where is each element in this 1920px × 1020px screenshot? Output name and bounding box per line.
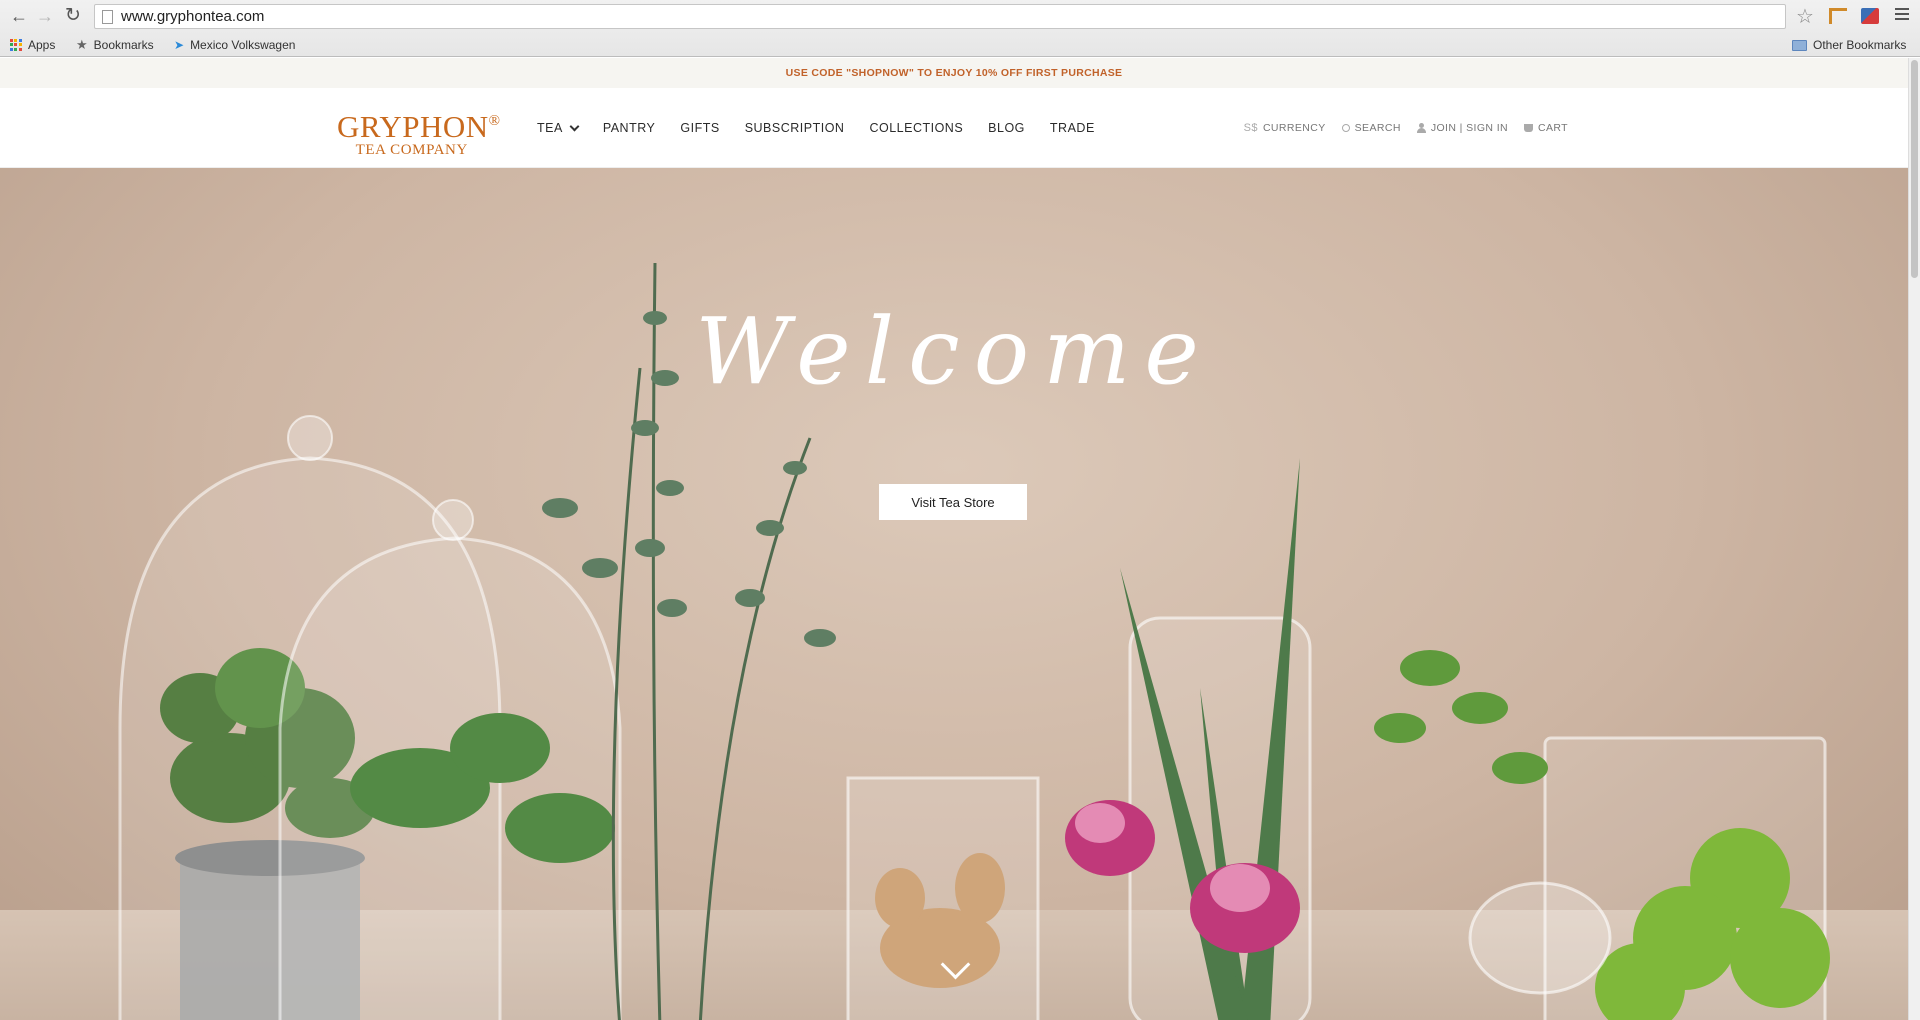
utility-nav: S$ CURRENCY SEARCH JOIN | SIGN IN CART [1244, 88, 1568, 168]
page-icon [102, 10, 113, 24]
cart-label: CART [1538, 122, 1568, 134]
bookmark-label: Apps [28, 38, 56, 52]
currency-icon: S$ [1243, 122, 1258, 134]
browser-menu-icon[interactable] [1895, 8, 1909, 23]
nav-item-subscription[interactable]: SUBSCRIPTION [745, 121, 845, 135]
folder-icon [1792, 39, 1807, 51]
currency-link[interactable]: S$ CURRENCY [1244, 122, 1326, 134]
forward-icon[interactable]: → [34, 5, 56, 27]
nav-item-tea[interactable]: TEA [537, 121, 580, 135]
nav-item-blog[interactable]: BLOG [988, 121, 1025, 135]
bookmark-bookmarks[interactable]: ★ Bookmarks [76, 37, 154, 53]
account-link[interactable]: JOIN | SIGN IN [1416, 122, 1508, 134]
bookmark-other[interactable]: Other Bookmarks [1792, 37, 1906, 53]
scroll-down-chevron-icon[interactable] [940, 954, 970, 984]
bird-icon: ➤ [174, 38, 185, 52]
extension-flag-icon[interactable] [1861, 8, 1879, 24]
nav-item-trade[interactable]: TRADE [1050, 121, 1095, 135]
nav-item-collections[interactable]: COLLECTIONS [869, 121, 963, 135]
logo-line2: TEA COMPANY [355, 142, 468, 158]
bookmarks-bar: Apps ★ Bookmarks ➤ Mexico Volkswagen Oth… [0, 33, 1920, 57]
search-icon [1341, 124, 1350, 132]
search-label: SEARCH [1354, 122, 1401, 134]
nav-item-pantry[interactable]: PANTRY [603, 121, 656, 135]
star-icon: ★ [76, 37, 88, 52]
site-header: GRYPHON® TEA COMPANY TEA PANTRY GIFTS SU… [0, 88, 1908, 168]
cart-icon [1524, 124, 1533, 132]
currency-label: CURRENCY [1262, 122, 1326, 134]
bookmark-label: Other Bookmarks [1813, 38, 1907, 52]
promo-banner: USE CODE "SHOPNOW" TO ENJOY 10% OFF FIRS… [0, 58, 1908, 88]
bookmark-star-icon[interactable]: ☆ [1796, 4, 1814, 29]
back-icon[interactable]: ← [8, 5, 30, 27]
bookmark-apps[interactable]: Apps [10, 37, 55, 53]
main-nav: TEA PANTRY GIFTS SUBSCRIPTION COLLECTION… [537, 88, 1120, 168]
scrollbar-thumb[interactable] [1911, 60, 1918, 278]
logo-registered: ® [488, 113, 501, 129]
bookmark-label: Bookmarks [93, 38, 154, 52]
bookmark-mexico-volkswagen[interactable]: ➤ Mexico Volkswagen [174, 37, 295, 53]
url-text[interactable]: www.gryphontea.com [121, 5, 264, 28]
account-label: JOIN | SIGN IN [1430, 122, 1508, 134]
hero-headline: Welcome [695, 298, 1213, 405]
cart-link[interactable]: CART [1524, 122, 1568, 134]
hero-image [118, 262, 1830, 1020]
site-logo[interactable]: GRYPHON® TEA COMPANY [337, 106, 501, 158]
hero-banner: Welcome Visit Tea Store [0, 168, 1908, 1020]
apps-grid-icon [10, 39, 22, 51]
chevron-down-icon [569, 121, 580, 131]
nav-item-gifts[interactable]: GIFTS [680, 121, 719, 135]
visit-tea-store-button[interactable]: Visit Tea Store [879, 484, 1027, 520]
search-link[interactable]: SEARCH [1341, 122, 1401, 134]
logo-line1: GRYPHON [337, 109, 489, 144]
browser-toolbar: ← → ↻ www.gryphontea.com ☆ [0, 0, 1920, 33]
extension-icon[interactable] [1829, 8, 1847, 24]
nav-label: TEA [537, 121, 563, 135]
user-icon [1416, 123, 1426, 133]
browser-chrome: ← → ↻ www.gryphontea.com ☆ Apps ★ Bookma… [0, 0, 1920, 57]
reload-icon[interactable]: ↻ [62, 5, 84, 27]
bookmark-label: Mexico Volkswagen [190, 38, 296, 52]
address-bar[interactable]: www.gryphontea.com [94, 4, 1786, 29]
page-scrollbar[interactable] [1908, 58, 1920, 1020]
